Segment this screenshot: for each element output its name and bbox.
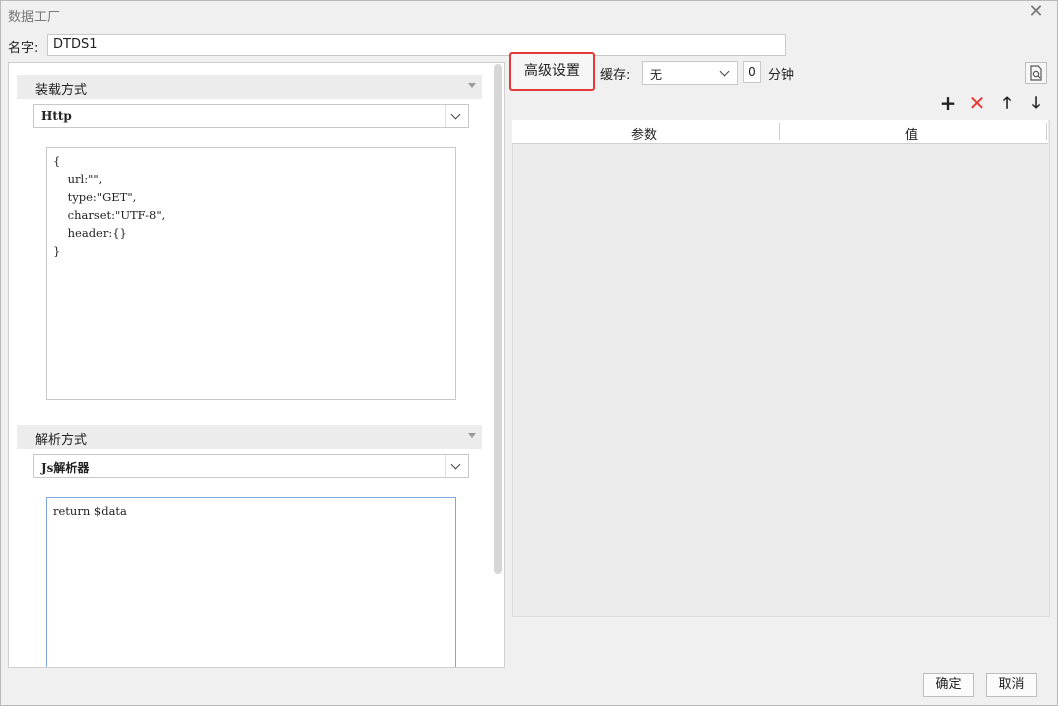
left-config-panel: 装载方式 Http { url:"", type:"GET", charset:… (8, 62, 505, 668)
loader-type-value: Http (41, 109, 72, 123)
loader-section-title: 装载方式 (35, 83, 88, 98)
chevron-down-icon[interactable] (445, 455, 468, 477)
column-header-value[interactable]: 值 (905, 124, 918, 143)
advanced-settings-button[interactable]: 高级设置 (509, 52, 595, 91)
params-table (512, 120, 1050, 617)
parser-type-value: Js解析器 (41, 461, 90, 475)
parser-type-select[interactable]: Js解析器 (33, 454, 469, 478)
column-divider[interactable] (779, 123, 780, 140)
cache-minutes-input[interactable]: 0 (743, 61, 761, 83)
loader-section-header[interactable]: 装载方式 (17, 75, 482, 99)
name-label: 名字: (8, 41, 39, 56)
loader-code-editor[interactable]: { url:"", type:"GET", charset:"UTF-8", h… (46, 147, 456, 400)
collapse-caret-icon (468, 433, 476, 438)
preview-button[interactable] (1025, 62, 1047, 84)
minutes-unit-label: 分钟 (768, 68, 795, 83)
collapse-caret-icon (468, 83, 476, 88)
cache-value: 无 (650, 68, 663, 82)
delete-icon[interactable]: ✕ (966, 92, 988, 114)
chevron-down-icon[interactable] (715, 62, 737, 84)
parser-section-header[interactable]: 解析方式 (17, 425, 482, 449)
move-up-icon[interactable]: 🡑 (996, 92, 1018, 114)
cache-label: 缓存: (600, 68, 631, 83)
left-panel-scrollbar[interactable] (494, 64, 502, 574)
cancel-button[interactable]: 取消 (986, 673, 1037, 697)
document-search-icon (1030, 65, 1042, 81)
loader-type-select[interactable]: Http (33, 104, 469, 128)
parser-section-title: 解析方式 (35, 433, 88, 448)
name-input[interactable]: DTDS1 (47, 34, 786, 56)
column-divider[interactable] (1046, 123, 1047, 140)
dialog-title: 数据工厂 (8, 10, 61, 25)
parser-code-editor[interactable]: return $data (46, 497, 456, 667)
close-icon[interactable]: ✕ (1026, 2, 1046, 22)
params-table-header: 参数 值 (512, 120, 1048, 144)
chevron-down-icon[interactable] (445, 105, 468, 127)
column-header-param[interactable]: 参数 (631, 124, 657, 143)
ok-button[interactable]: 确定 (923, 673, 974, 697)
move-down-icon[interactable]: 🡓 (1025, 92, 1047, 114)
cache-select[interactable]: 无 (642, 61, 738, 85)
add-icon[interactable]: + (937, 92, 959, 114)
